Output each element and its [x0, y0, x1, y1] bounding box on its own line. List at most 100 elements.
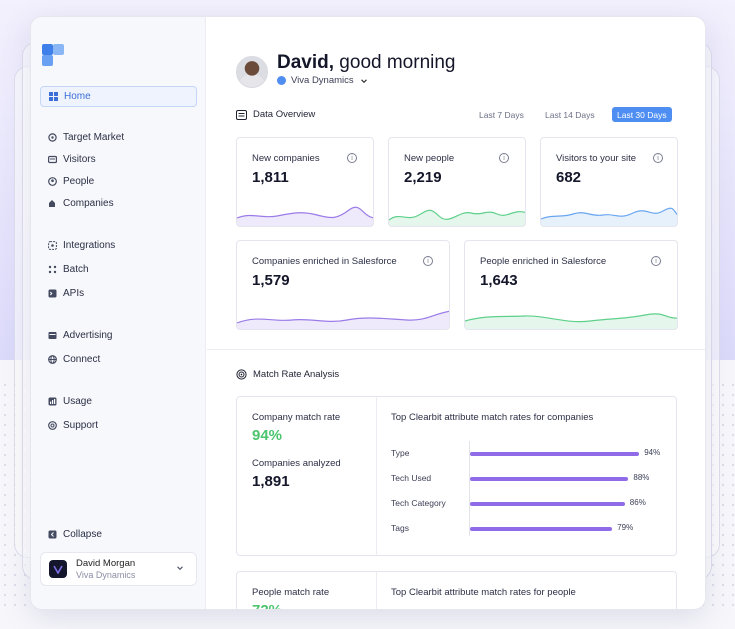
collapse-button[interactable]: Collapse — [40, 524, 197, 545]
target-market-icon — [48, 133, 57, 142]
sidebar-item-integrations[interactable]: Integrations — [40, 235, 197, 256]
info-icon[interactable]: i — [499, 153, 509, 163]
people-icon — [48, 177, 57, 186]
visitors-icon — [48, 155, 57, 164]
avatar[interactable] — [236, 56, 268, 88]
bar-value: 79% — [617, 523, 634, 532]
sidebar-item-connect[interactable]: Connect — [40, 349, 197, 370]
app-window: Home Target Market Visitors People Compa… — [30, 16, 706, 610]
metric-value: 1,579 — [252, 272, 290, 289]
org-name: Viva Dynamics — [291, 75, 354, 86]
companies-analyzed-value: 1,891 — [252, 473, 290, 490]
sparkline — [389, 209, 525, 226]
companies-icon — [48, 199, 57, 208]
range-last-7-days[interactable]: Last 7 Days — [474, 107, 529, 122]
sidebar-item-label: Companies — [63, 198, 114, 209]
target-icon — [236, 369, 247, 380]
account-switcher[interactable]: David Morgan Viva Dynamics — [40, 552, 197, 586]
sidebar-item-label: Integrations — [63, 240, 116, 251]
org-icon — [277, 76, 286, 85]
sidebar-item-label: Batch — [63, 264, 89, 275]
metric-card-people-enriched[interactable]: People enriched in Salesforce i 1,643 — [464, 240, 678, 330]
company-attribute-chart-title: Top Clearbit attribute match rates for c… — [391, 412, 594, 423]
connect-icon — [48, 355, 57, 364]
metric-value: 682 — [556, 169, 582, 186]
usage-icon — [48, 397, 57, 406]
greeting-text: good morning — [334, 52, 456, 73]
sparkline — [541, 207, 677, 226]
batch-icon — [48, 265, 57, 274]
sidebar-item-label: APIs — [63, 288, 85, 299]
metric-value: 2,219 — [404, 169, 442, 186]
sidebar-item-label: Target Market — [63, 132, 125, 143]
bar-value: 88% — [633, 473, 650, 482]
info-icon[interactable]: i — [347, 153, 357, 163]
sidebar: Home Target Market Visitors People Compa… — [31, 17, 206, 609]
metric-label: New people — [404, 153, 455, 164]
app-logo — [42, 44, 64, 66]
sidebar-item-advertising[interactable]: Advertising — [40, 325, 197, 346]
section-title: Data Overview — [253, 109, 316, 120]
sidebar-item-usage[interactable]: Usage — [40, 391, 197, 412]
sidebar-item-companies[interactable]: Companies — [40, 193, 197, 214]
bar-type — [470, 452, 640, 456]
bar-label: Type — [391, 448, 410, 458]
sidebar-item-label: Home — [64, 91, 91, 102]
sidebar-item-batch[interactable]: Batch — [40, 259, 197, 280]
section-title: Match Rate Analysis — [253, 369, 340, 380]
sidebar-item-label: People — [63, 176, 95, 187]
bar-tags — [470, 527, 613, 531]
apis-icon — [48, 289, 57, 298]
info-icon[interactable]: i — [423, 256, 433, 266]
divider — [207, 349, 705, 350]
metric-label: Visitors to your site — [556, 153, 637, 164]
sidebar-item-home[interactable]: Home — [40, 86, 197, 107]
sidebar-item-apis[interactable]: APIs — [40, 283, 197, 304]
people-match-panel: People match rate 72% Top Clearbit attri… — [236, 571, 677, 609]
advertising-icon — [48, 331, 57, 340]
company-match-rate-value: 94% — [252, 427, 283, 444]
range-last-14-days[interactable]: Last 14 Days — [540, 107, 600, 122]
metric-card-new-companies[interactable]: New companies i 1,811 — [236, 137, 374, 227]
metric-card-new-people[interactable]: New people i 2,219 — [388, 137, 526, 227]
panel-divider — [376, 397, 377, 555]
org-selector[interactable]: Viva Dynamics — [277, 75, 368, 86]
bar-value: 94% — [644, 448, 661, 457]
people-attribute-chart-title: Top Clearbit attribute match rates for p… — [391, 587, 576, 598]
sidebar-item-label: Support — [63, 420, 99, 431]
sparkline — [237, 310, 449, 329]
sidebar-item-target-market[interactable]: Target Market — [40, 127, 197, 148]
bar-tech-category — [470, 502, 625, 506]
people-match-rate-value: 72% — [252, 602, 282, 609]
org-logo — [49, 560, 67, 578]
sparkline — [237, 206, 373, 226]
info-icon[interactable]: i — [651, 256, 661, 266]
info-icon[interactable]: i — [653, 153, 663, 163]
metric-label: New companies — [252, 153, 320, 164]
data-overview-heading: Data Overview — [236, 109, 315, 120]
company-match-panel: Company match rate 94% Companies analyze… — [236, 396, 677, 556]
integrations-icon — [48, 241, 57, 250]
metric-value: 1,811 — [252, 169, 289, 186]
range-last-30-days[interactable]: Last 30 Days — [612, 107, 672, 122]
collapse-label: Collapse — [63, 529, 102, 540]
user-org: Viva Dynamics — [76, 570, 136, 580]
company-match-rate-label: Company match rate — [252, 412, 341, 423]
sidebar-item-label: Visitors — [63, 154, 96, 165]
panel-divider — [376, 572, 377, 609]
metric-card-companies-enriched[interactable]: Companies enriched in Salesforce i 1,579 — [236, 240, 450, 330]
sparkline — [465, 313, 677, 329]
sidebar-item-visitors[interactable]: Visitors — [40, 149, 197, 170]
companies-analyzed-label: Companies analyzed — [252, 458, 341, 469]
sidebar-item-people[interactable]: People — [40, 171, 197, 192]
support-icon — [48, 421, 57, 430]
metric-card-visitors[interactable]: Visitors to your site i 682 — [540, 137, 678, 227]
list-icon — [236, 109, 247, 120]
sidebar-item-support[interactable]: Support — [40, 415, 197, 436]
chevron-down-icon — [177, 566, 183, 571]
metric-label: People enriched in Salesforce — [480, 256, 607, 267]
bar-tech-used — [470, 477, 629, 481]
bar-label: Tags — [391, 523, 409, 533]
collapse-icon — [48, 530, 57, 539]
sidebar-item-label: Advertising — [63, 330, 113, 341]
